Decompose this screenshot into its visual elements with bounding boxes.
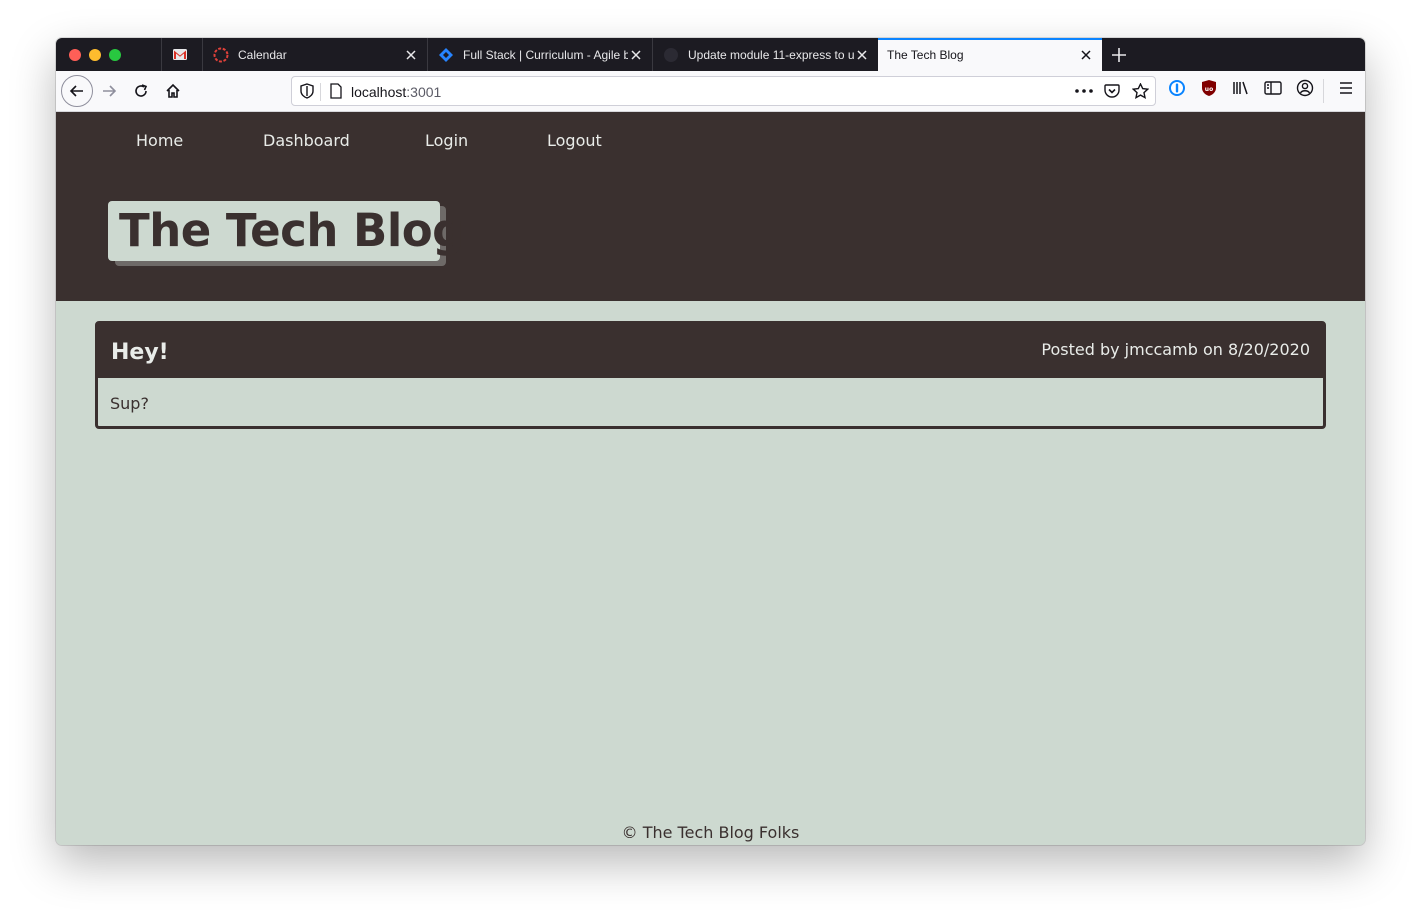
plus-icon	[1112, 48, 1126, 62]
browser-window: Calendar Full Stack | Curriculum - Agile…	[56, 38, 1365, 845]
tab-label: The Tech Blog	[887, 47, 964, 62]
tab-github-update[interactable]: Update module 11-express to u	[652, 38, 878, 71]
site-footer: © The Tech Blog Folks	[56, 823, 1365, 842]
site-logo[interactable]: The Tech Blog	[108, 201, 464, 261]
tab-gmail[interactable]	[161, 38, 202, 71]
reload-icon	[135, 84, 148, 97]
tab-label: Update module 11-express to u	[688, 47, 854, 62]
browser-toolbar: localhost:3001 uo	[56, 71, 1365, 112]
home-icon	[166, 83, 180, 98]
site-header: Home Dashboard Login Logout The Tech Blo…	[56, 112, 1365, 301]
menu-icon[interactable]	[1337, 79, 1355, 97]
post-meta: Posted by jmccamb on 8/20/2020	[1041, 340, 1310, 359]
nav-link-home[interactable]: Home	[136, 131, 183, 150]
url-port: :3001	[406, 84, 442, 100]
home-button[interactable]	[158, 76, 188, 106]
star-icon[interactable]	[1131, 82, 1149, 100]
svg-text:uo: uo	[1205, 86, 1213, 93]
url-separator	[320, 83, 321, 101]
pocket-icon[interactable]	[1103, 82, 1121, 100]
tab-tech-blog[interactable]: The Tech Blog	[878, 38, 1102, 71]
nav-link-logout[interactable]: Logout	[547, 131, 602, 150]
url-text[interactable]: localhost:3001	[351, 84, 441, 100]
window-minimize-button[interactable]	[89, 49, 101, 61]
calendar-icon	[213, 47, 229, 63]
window-maximize-button[interactable]	[109, 49, 121, 61]
post-card[interactable]: Hey! Posted by jmccamb on 8/20/2020 Sup?	[95, 321, 1326, 429]
page-viewport: Home Dashboard Login Logout The Tech Blo…	[56, 112, 1365, 845]
library-icon[interactable]	[1232, 79, 1250, 97]
post-title[interactable]: Hey!	[111, 340, 169, 365]
page-icon	[327, 82, 345, 100]
post-body: Sup?	[110, 394, 149, 413]
password-manager-icon[interactable]	[1168, 79, 1186, 97]
sidebar-icon[interactable]	[1264, 79, 1282, 97]
github-icon	[663, 47, 679, 63]
arrow-left-icon	[69, 85, 83, 97]
tab-calendar[interactable]: Calendar	[202, 38, 427, 71]
forward-button[interactable]	[94, 76, 124, 106]
tab-label: Full Stack | Curriculum - Agile b	[463, 47, 628, 62]
close-icon[interactable]	[403, 47, 419, 63]
tab-label: Calendar	[238, 47, 287, 62]
reload-button[interactable]	[126, 76, 156, 106]
ublock-icon[interactable]: uo	[1200, 79, 1218, 97]
account-icon[interactable]	[1296, 79, 1314, 97]
close-icon[interactable]	[628, 47, 644, 63]
toolbar-separator	[1323, 79, 1324, 103]
page-actions-icon[interactable]	[1075, 82, 1093, 100]
nav-link-login[interactable]: Login	[425, 131, 468, 150]
shield-icon[interactable]	[298, 82, 316, 100]
gmail-icon	[172, 47, 188, 63]
post-header: Hey! Posted by jmccamb on 8/20/2020	[98, 324, 1323, 378]
nav-link-dashboard[interactable]: Dashboard	[263, 131, 350, 150]
tab-strip: Calendar Full Stack | Curriculum - Agile…	[56, 38, 1365, 71]
url-bar[interactable]: localhost:3001	[291, 76, 1156, 106]
jira-icon	[438, 47, 454, 63]
arrow-right-icon	[103, 85, 117, 97]
close-icon[interactable]	[854, 47, 870, 63]
tab-jira-curriculum[interactable]: Full Stack | Curriculum - Agile b	[427, 38, 652, 71]
url-host: localhost	[351, 84, 407, 100]
footer-text: © The Tech Blog Folks	[621, 823, 800, 842]
site-title: The Tech Blog	[119, 204, 464, 257]
close-icon[interactable]	[1078, 47, 1094, 63]
window-close-button[interactable]	[69, 49, 81, 61]
new-tab-button[interactable]	[1108, 44, 1130, 66]
back-button[interactable]	[61, 75, 93, 107]
